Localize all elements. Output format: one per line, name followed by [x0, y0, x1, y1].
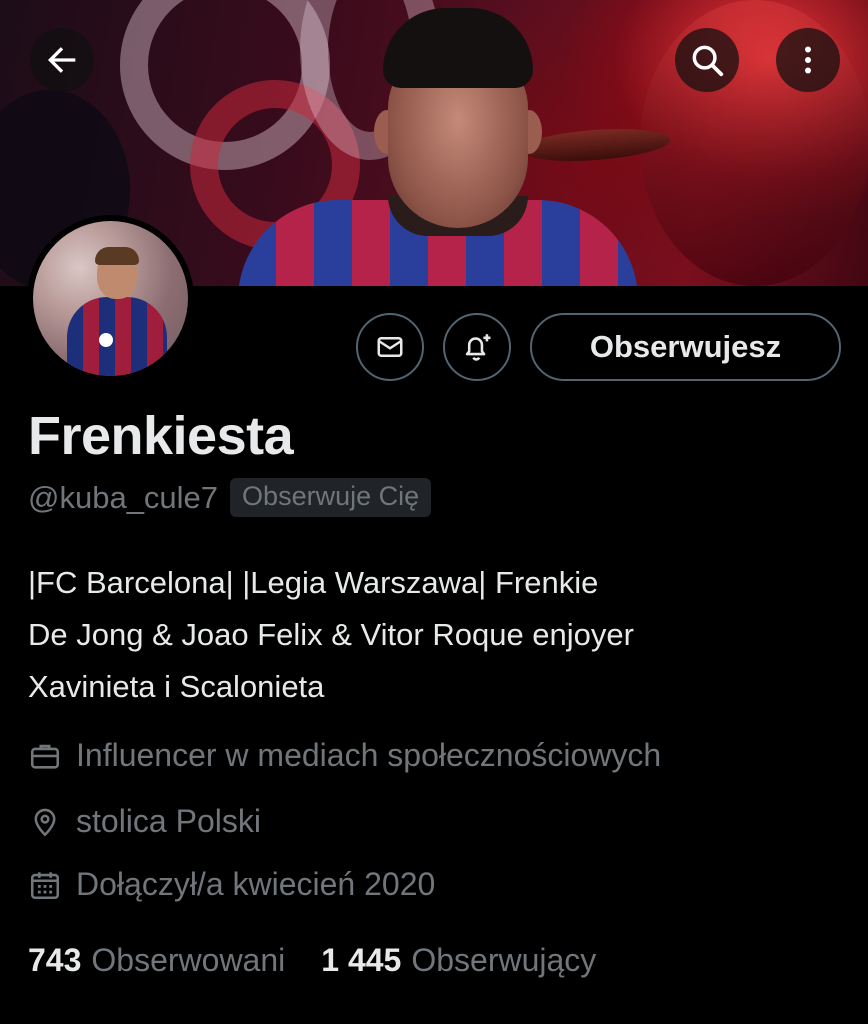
avatar-image [33, 221, 188, 376]
following-button[interactable]: Obserwujesz [530, 313, 841, 381]
location-pin-icon [34, 808, 56, 837]
display-name: Frenkiesta [28, 406, 294, 466]
envelope-icon [377, 337, 403, 357]
more-vertical-icon [805, 46, 811, 74]
search-icon [692, 45, 724, 77]
category-row: Influencer w mediach społecznościowych [28, 737, 661, 774]
follows-you-badge: Obserwuje Cię [230, 478, 432, 517]
following-link[interactable]: 743 Obserwowani [28, 942, 285, 979]
following-label: Obserwowani [91, 942, 286, 978]
joined-row: Dołączył/a kwiecień 2020 [28, 866, 435, 903]
bio-line: De Jong & Joao Felix & Vitor Roque enjoy… [28, 617, 634, 652]
bio-line: |FC Barcelona| |Legia Warszawa| Frenkie [28, 565, 599, 600]
bio: |FC Barcelona| |Legia Warszawa| Frenkie … [28, 557, 848, 713]
followers-label: Obserwujący [411, 942, 597, 978]
back-button[interactable] [30, 28, 94, 92]
location-text: stolica Polski [76, 803, 261, 839]
bio-line: Xavinieta i Scalonieta [28, 669, 325, 704]
more-options-button[interactable] [776, 28, 840, 92]
banner-person [238, 0, 638, 286]
calendar-icon [30, 871, 60, 899]
arrow-left-icon [48, 47, 76, 73]
message-button[interactable] [356, 313, 424, 381]
category-text: Influencer w mediach społecznościowych [76, 737, 662, 773]
bell-plus-icon [465, 334, 491, 361]
followers-count: 1 445 [321, 942, 402, 978]
handle-row: @kuba_cule7 Obserwuje Cię [28, 478, 432, 517]
followers-link[interactable]: 1 445 Obserwujący [321, 942, 596, 979]
following-count: 743 [28, 942, 82, 978]
avatar[interactable] [27, 215, 194, 382]
joined-text: Dołączył/a kwiecień 2020 [76, 866, 436, 902]
search-button[interactable] [675, 28, 739, 92]
location-row: stolica Polski [28, 803, 261, 840]
briefcase-icon [30, 744, 60, 769]
username-handle: @kuba_cule7 [28, 479, 219, 515]
follow-stats: 743 Obserwowani 1 445 Obserwujący [28, 942, 596, 979]
notifications-button[interactable] [443, 313, 511, 381]
